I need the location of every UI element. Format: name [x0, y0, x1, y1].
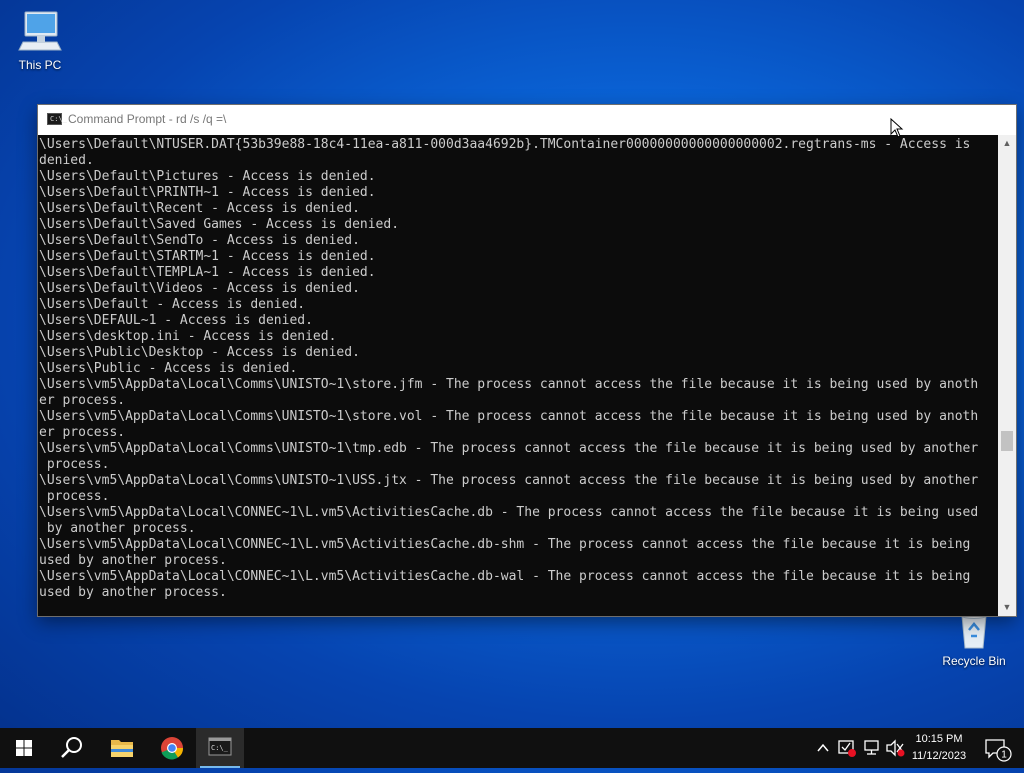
- console-line: by another process.: [39, 521, 196, 536]
- console-line: \Users\Default\Pictures - Access is deni…: [39, 169, 376, 184]
- taskbar-clock[interactable]: 10:15 PM 11/12/2023: [906, 731, 972, 765]
- console-line: \Users\Default\Saved Games - Access is d…: [39, 217, 400, 232]
- console-line: \Users\vm5\AppData\Local\Comms\UNISTO~1\…: [39, 473, 979, 488]
- network-tray-button[interactable]: [862, 728, 882, 768]
- console-line: \Users\Public\Desktop - Access is denied…: [39, 345, 360, 360]
- window-title: Command Prompt - rd /s /q =\: [68, 112, 227, 126]
- console-line: denied.: [39, 153, 94, 168]
- this-pc-shortcut[interactable]: This PC: [0, 8, 80, 72]
- console-line: \Users\vm5\AppData\Local\Comms\UNISTO~1\…: [39, 409, 979, 424]
- network-icon: [864, 740, 879, 755]
- window-titlebar[interactable]: C:\_ Command Prompt - rd /s /q =\: [38, 105, 1016, 135]
- clock-date: 11/12/2023: [911, 750, 967, 762]
- file-explorer-button[interactable]: [98, 728, 146, 768]
- console-line: \Users\Default\TEMPLA~1 - Access is deni…: [39, 265, 376, 280]
- this-pc-icon: [18, 11, 62, 51]
- console-line: process.: [39, 489, 110, 504]
- recycle-bin-icon: [961, 613, 987, 649]
- this-pc-label: This PC: [18, 58, 62, 72]
- console-line: \Users\Default - Access is denied.: [39, 297, 306, 312]
- console-line: process.: [39, 457, 110, 472]
- console-output[interactable]: \Users\Default\NTUSER.DAT{53b39e88-18c4-…: [39, 135, 997, 603]
- notification-icon: 1: [985, 739, 1012, 762]
- console-line: er process.: [39, 425, 126, 440]
- chevron-up-icon: [817, 743, 829, 752]
- action-center-button[interactable]: 1: [980, 728, 1024, 768]
- console-line: used by another process.: [39, 553, 227, 568]
- console-line: \Users\desktop.ini - Access is denied.: [39, 329, 337, 344]
- console-line: \Users\Default\SendTo - Access is denied…: [39, 233, 360, 248]
- command-prompt-icon: C:\_: [208, 737, 232, 756]
- file-explorer-icon: [111, 740, 133, 757]
- console-line: \Users\Default\NTUSER.DAT{53b39e88-18c4-…: [39, 137, 971, 152]
- console-line: er process.: [39, 393, 126, 408]
- console-line: \Users\vm5\AppData\Local\Comms\UNISTO~1\…: [39, 377, 979, 392]
- taskbar: C:\_ 10:15 PM 11/12/2023 1: [0, 728, 1024, 768]
- scroll-up-arrow-icon[interactable]: ▲: [998, 135, 1016, 152]
- console-line: \Users\vm5\AppData\Local\CONNEC~1\L.vm5\…: [39, 537, 971, 552]
- console-bottom-area: [38, 601, 998, 616]
- notification-count: 1: [1001, 750, 1007, 761]
- console-line: \Users\DEFAUL~1 - Access is denied.: [39, 313, 313, 328]
- scroll-down-arrow-icon[interactable]: ▼: [998, 599, 1016, 616]
- vertical-scrollbar[interactable]: ▲ ▼: [998, 135, 1016, 616]
- console-line: \Users\Default\PRINTH~1 - Access is deni…: [39, 185, 376, 200]
- command-prompt-taskbar-button[interactable]: C:\_: [196, 728, 244, 768]
- console-line: \Users\Default\Videos - Access is denied…: [39, 281, 360, 296]
- start-button[interactable]: [0, 728, 48, 768]
- security-tray-button[interactable]: [836, 728, 858, 768]
- console-line: \Users\Default\STARTM~1 - Access is deni…: [39, 249, 376, 264]
- console-line: \Users\vm5\AppData\Local\CONNEC~1\L.vm5\…: [39, 505, 979, 520]
- search-button[interactable]: [48, 728, 96, 768]
- recycle-bin-label: Recycle Bin: [942, 654, 1006, 668]
- volume-tray-button[interactable]: [884, 728, 906, 768]
- chrome-button[interactable]: [148, 728, 196, 768]
- console-line: \Users\vm5\AppData\Local\Comms\UNISTO~1\…: [39, 441, 979, 456]
- svg-text:C:\_: C:\_: [211, 744, 229, 752]
- command-prompt-icon: C:\_: [47, 113, 67, 125]
- console-line: \Users\Default\Recent - Access is denied…: [39, 201, 360, 216]
- console-line: \Users\vm5\AppData\Local\CONNEC~1\L.vm5\…: [39, 569, 971, 584]
- console-line: used by another process.: [39, 585, 227, 600]
- show-hidden-icons-button[interactable]: [814, 728, 832, 768]
- chrome-icon: [161, 737, 184, 760]
- recycle-bin-shortcut[interactable]: Recycle Bin: [934, 610, 1014, 668]
- scrollbar-thumb[interactable]: [1001, 431, 1013, 451]
- console-line: \Users\Public - Access is denied.: [39, 361, 298, 376]
- security-icon: [838, 740, 856, 757]
- volume-muted-icon: [886, 739, 905, 757]
- command-prompt-window[interactable]: C:\_ Command Prompt - rd /s /q =\ \Users…: [38, 105, 1016, 616]
- clock-time: 10:15 PM: [915, 733, 963, 745]
- search-icon: [61, 737, 82, 758]
- start-icon: [16, 740, 32, 756]
- mouse-cursor-icon: [890, 118, 904, 138]
